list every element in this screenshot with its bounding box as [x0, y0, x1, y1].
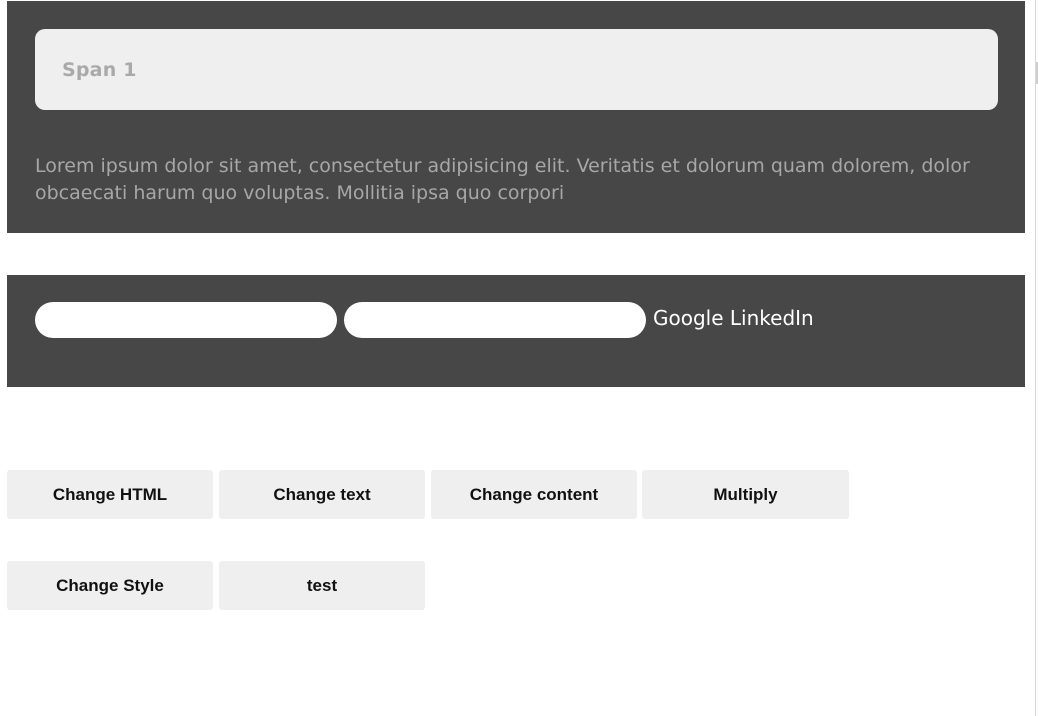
text-input-2[interactable] — [344, 302, 646, 338]
change-content-button[interactable]: Change content — [431, 470, 637, 519]
google-link[interactable]: Google — [653, 306, 724, 330]
link-group: Google LinkedIn — [653, 305, 814, 331]
span-box: Span 1 — [35, 29, 998, 110]
linkedin-link[interactable]: LinkedIn — [730, 306, 814, 330]
change-html-button[interactable]: Change HTML — [7, 470, 213, 519]
span-label: Span 1 — [62, 58, 137, 81]
top-panel: Span 1 Lorem ipsum dolor sit amet, conse… — [7, 1, 1025, 233]
test-button[interactable]: test — [219, 561, 425, 610]
right-border-line — [1035, 0, 1036, 716]
change-text-button[interactable]: Change text — [219, 470, 425, 519]
lorem-paragraph: Lorem ipsum dolor sit amet, consectetur … — [35, 155, 970, 204]
form-panel: Google LinkedIn — [7, 275, 1025, 387]
page: Span 1 Lorem ipsum dolor sit amet, conse… — [0, 0, 1038, 716]
text-input-1[interactable] — [35, 302, 337, 338]
multiply-button[interactable]: Multiply — [642, 470, 849, 519]
change-style-button[interactable]: Change Style — [7, 561, 213, 610]
